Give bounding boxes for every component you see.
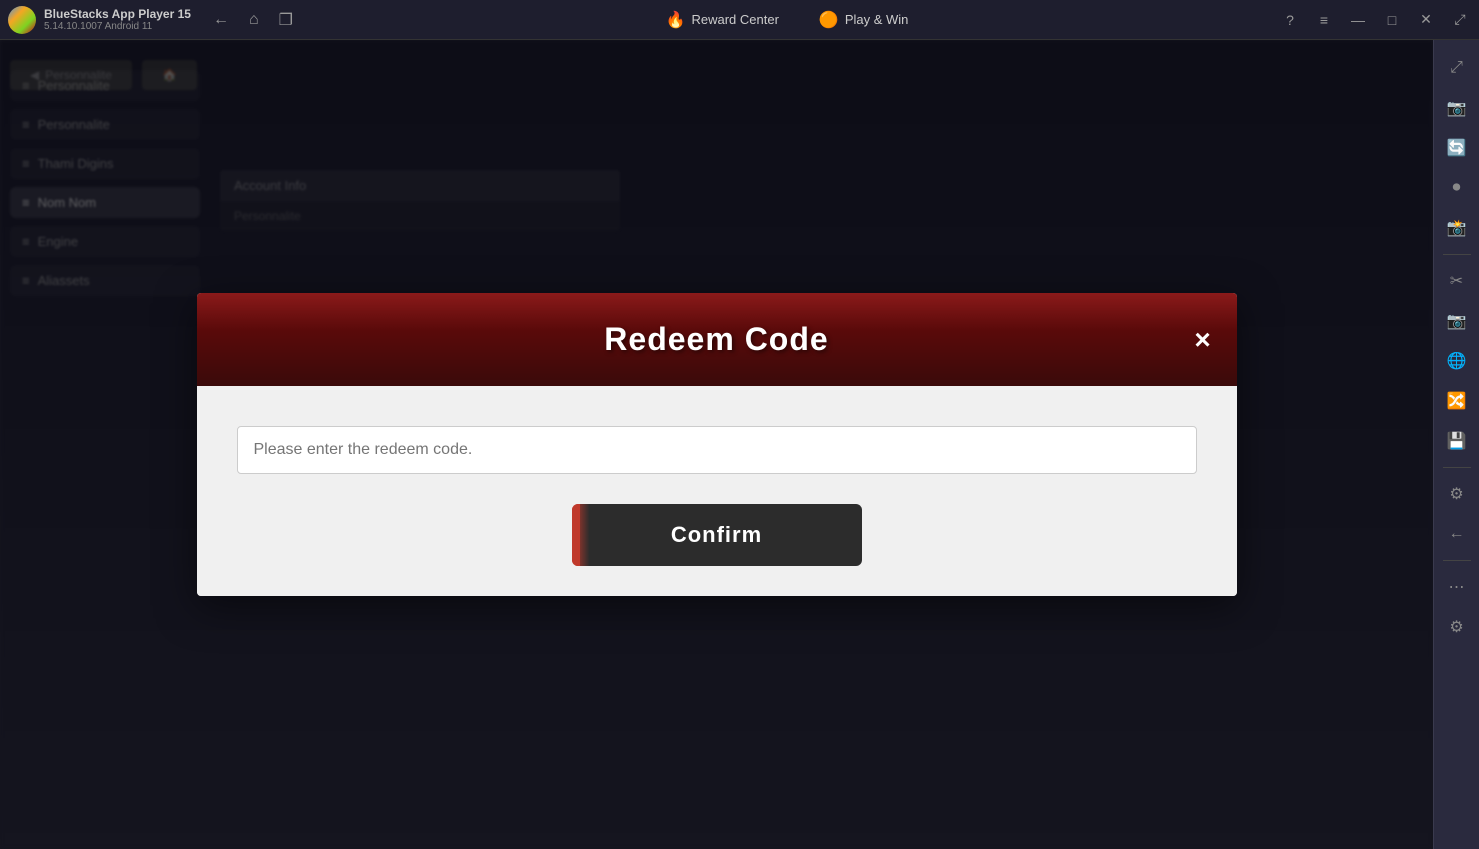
app-logo [8,6,36,34]
play-win-label: Play & Win [845,12,909,27]
sidebar-divider-2 [1443,467,1471,468]
sidebar-storage-btn[interactable]: 💾 [1439,423,1475,459]
title-bar-center: 🔥 Reward Center 🟠 Play & Win [299,6,1275,34]
window-controls: ? ≡ — □ ✕ ⤢ [1275,5,1475,35]
sidebar-expand-btn[interactable]: ⤢ [1439,50,1475,86]
reward-center-label: Reward Center [691,12,778,27]
dialog-title: Redeem Code [604,321,828,358]
sidebar-gyro-btn[interactable]: 🔀 [1439,383,1475,419]
sidebar-config-btn[interactable]: ⚙ [1439,609,1475,645]
sidebar-record-btn[interactable]: ⏺ [1439,170,1475,206]
coin-icon: 🟠 [819,10,839,30]
redeem-dialog: Redeem Code × Confirm [197,293,1237,596]
sidebar-refresh-btn[interactable]: 🔄 [1439,130,1475,166]
confirm-button[interactable]: Confirm [572,504,862,566]
sidebar-settings-btn[interactable]: ⚙ [1439,476,1475,512]
close-button[interactable]: ✕ [1411,5,1441,35]
app-info: BlueStacks App Player 15 5.14.10.1007 An… [44,7,191,32]
nav-buttons: ← ⌂ ❐ [207,6,299,34]
sidebar-back-btn[interactable]: ← [1439,516,1475,552]
sidebar-cam2-btn[interactable]: 📷 [1439,303,1475,339]
sidebar-divider-3 [1443,560,1471,561]
home-button[interactable]: ⌂ [243,7,265,33]
sidebar-crop-btn[interactable]: ✂ [1439,263,1475,299]
dialog-close-button[interactable]: × [1185,322,1221,358]
right-sidebar: ⤢ 📷 🔄 ⏺ 📸 ✂ 📷 🌐 🔀 💾 ⚙ ← ⋯ ⚙ [1433,0,1479,849]
app-version: 5.14.10.1007 Android 11 [44,21,191,32]
sidebar-camera-btn[interactable]: 📷 [1439,90,1475,126]
sidebar-location-btn[interactable]: 🌐 [1439,343,1475,379]
sidebar-divider-1 [1443,254,1471,255]
reward-center-button[interactable]: 🔥 Reward Center [656,6,789,34]
redeem-code-input[interactable] [237,426,1197,474]
help-button[interactable]: ? [1275,5,1305,35]
expand-button[interactable]: ⤢ [1445,5,1475,35]
sidebar-screenshot-btn[interactable]: 📸 [1439,210,1475,246]
menu-button[interactable]: ≡ [1309,5,1339,35]
dialog-header: Redeem Code × [197,293,1237,386]
dialog-overlay: Redeem Code × Confirm [0,40,1433,849]
title-bar: BlueStacks App Player 15 5.14.10.1007 An… [0,0,1479,40]
app-name: BlueStacks App Player 15 [44,7,191,21]
sidebar-more-btn[interactable]: ⋯ [1439,569,1475,605]
minimize-button[interactable]: — [1343,5,1373,35]
main-content: ◀ Personnalite 🏠 ≡ Personnalite ≡ Person… [0,40,1433,849]
back-button[interactable]: ← [207,7,235,33]
maximize-button[interactable]: □ [1377,5,1407,35]
tabs-button[interactable]: ❐ [273,6,299,34]
play-and-win-button[interactable]: 🟠 Play & Win [809,6,919,34]
fire-icon: 🔥 [666,10,686,30]
dialog-body: Confirm [197,386,1237,596]
